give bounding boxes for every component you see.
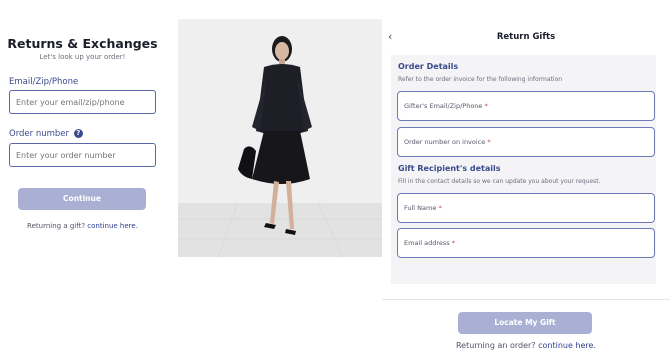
invoice-order-number-field[interactable]: Order number on invoice * xyxy=(397,127,655,157)
order-details-heading: Order Details xyxy=(398,62,459,71)
panel-title: Return Gifts xyxy=(496,32,556,42)
email-field[interactable] xyxy=(9,90,156,114)
divider xyxy=(382,299,670,300)
required-mark: * xyxy=(438,204,442,212)
required-mark: * xyxy=(484,102,488,110)
help-icon[interactable]: ? xyxy=(73,129,83,138)
returns-panel: Returns & Exchanges Let's look up your o… xyxy=(0,0,170,361)
recipient-details-hint: Fill in the contact details so we can up… xyxy=(398,178,601,185)
gift-continue-link[interactable]: continue here. xyxy=(87,222,138,230)
locate-gift-button[interactable]: Locate My Gift xyxy=(458,312,592,334)
email-label: Email/Zip/Phone xyxy=(9,77,79,87)
model-illustration xyxy=(178,19,382,257)
required-mark: * xyxy=(451,239,455,247)
page-subtitle: Let's look up your order! xyxy=(39,53,126,61)
order-number-label: Order number ? xyxy=(9,129,83,139)
continue-button[interactable]: Continue xyxy=(18,188,146,210)
fashion-model-photo xyxy=(178,19,382,257)
order-details-hint: Refer to the order invoice for the follo… xyxy=(398,76,563,83)
full-name-field[interactable]: Full Name * xyxy=(397,193,655,223)
page-title: Returns & Exchanges xyxy=(7,36,158,51)
required-mark: * xyxy=(487,138,491,146)
email-address-field[interactable]: Email address * xyxy=(397,228,655,258)
top-bar: ‹ Return Gifts xyxy=(382,19,670,55)
return-gifts-panel: ‹ Return Gifts Order Details Refer to th… xyxy=(382,19,670,361)
order-number-field[interactable] xyxy=(9,143,156,167)
gift-return-prompt: Returning a gift? continue here. xyxy=(27,222,138,230)
order-continue-link[interactable]: continue here. xyxy=(538,341,596,350)
gifter-email-field[interactable]: Gifter's Email/Zip/Phone * xyxy=(397,91,655,121)
recipient-details-heading: Gift Recipient's details xyxy=(398,164,501,173)
order-return-prompt: Returning an order? continue here. xyxy=(455,341,596,350)
